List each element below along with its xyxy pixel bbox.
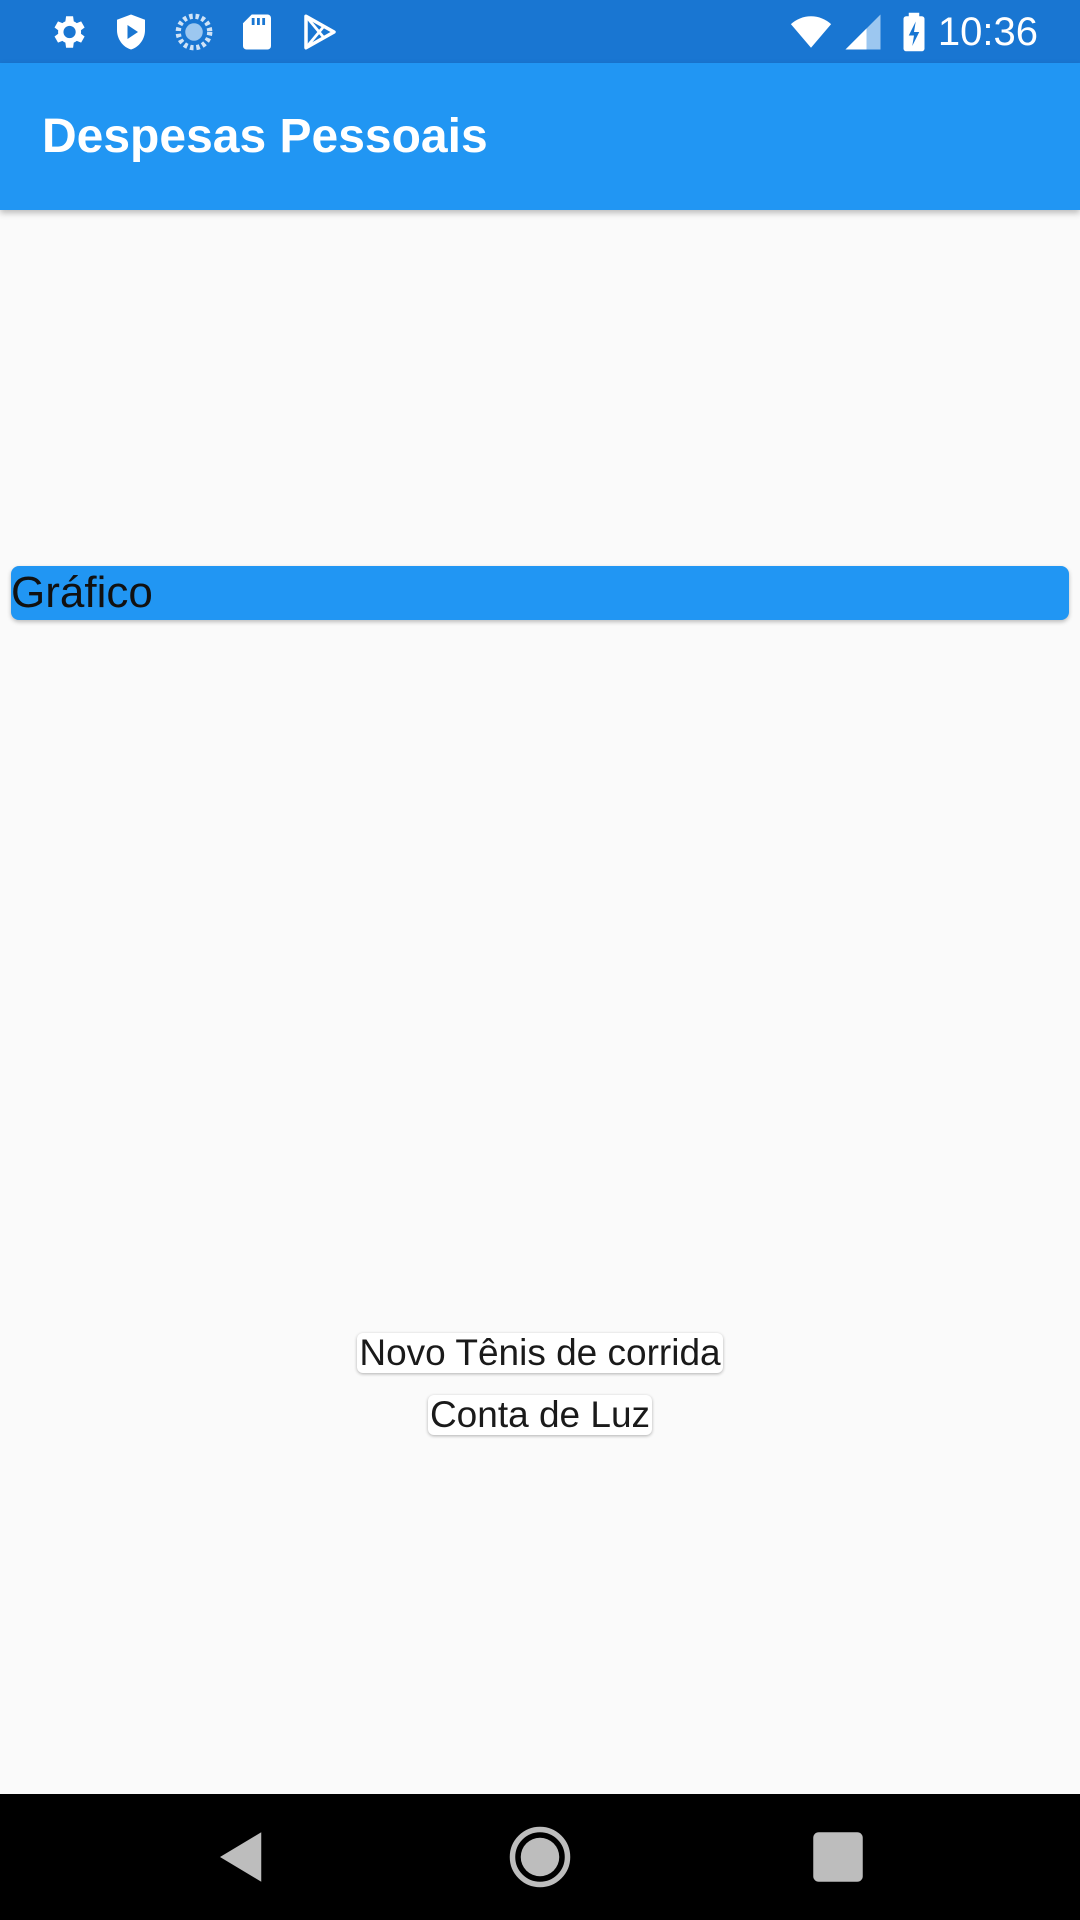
list-item: Conta de Luz bbox=[0, 1395, 1080, 1435]
navigation-bar bbox=[0, 1794, 1080, 1920]
transaction-card[interactable]: Conta de Luz bbox=[427, 1395, 653, 1435]
back-icon[interactable] bbox=[209, 1824, 275, 1890]
wifi-icon bbox=[790, 11, 832, 53]
gear-icon bbox=[47, 11, 89, 53]
sd-card-icon bbox=[236, 11, 278, 53]
recents-icon[interactable] bbox=[805, 1824, 871, 1890]
status-bar: 10:36 bbox=[0, 0, 1080, 63]
list-item: Novo Tênis de corrida bbox=[0, 1333, 1080, 1373]
page-title: Despesas Pessoais bbox=[42, 110, 488, 163]
chart-card: Gráfico bbox=[11, 566, 1069, 620]
cell-signal-icon bbox=[842, 11, 884, 53]
home-icon[interactable] bbox=[507, 1824, 573, 1890]
status-time: 10:36 bbox=[937, 10, 1038, 54]
chart-card-label: Gráfico bbox=[11, 568, 153, 617]
play-store-icon bbox=[299, 11, 341, 53]
loading-circle-icon bbox=[173, 11, 215, 53]
battery-charging-icon bbox=[893, 11, 935, 53]
app-bar: Despesas Pessoais bbox=[0, 63, 1080, 210]
shield-play-icon bbox=[110, 11, 152, 53]
transaction-list: Novo Tênis de corrida Conta de Luz bbox=[0, 1333, 1080, 1457]
app-screen: 10:36 Despesas Pessoais Gráfico Novo Tên… bbox=[0, 0, 1080, 1920]
transaction-card[interactable]: Novo Tênis de corrida bbox=[357, 1333, 723, 1373]
